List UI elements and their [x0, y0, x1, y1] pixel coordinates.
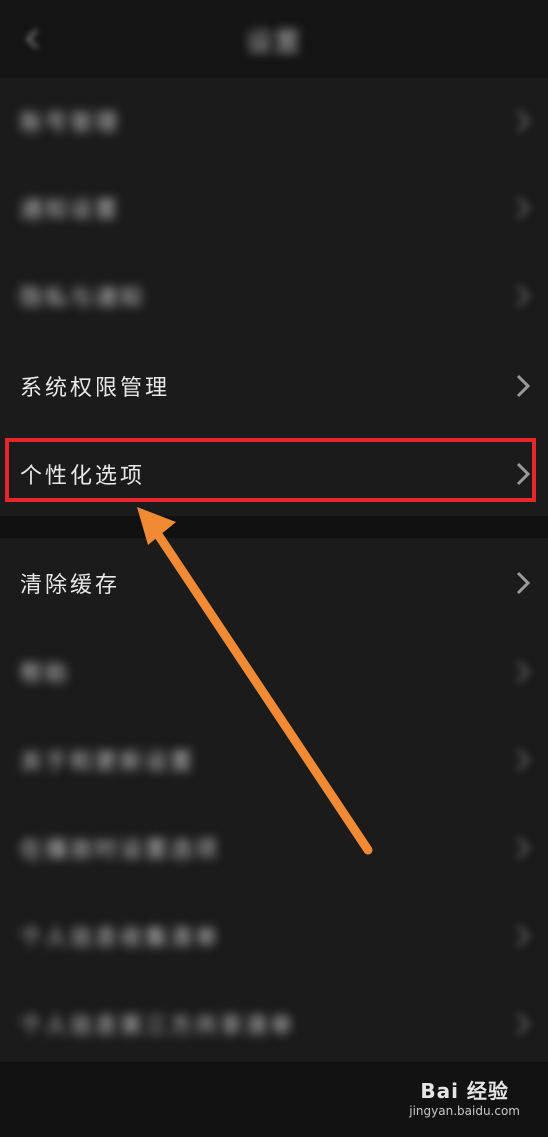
watermark-brand: Bai 经验 — [420, 1079, 509, 1103]
watermark: Bai 经验 jingyan.baidu.com — [409, 1075, 520, 1118]
watermark-url: jingyan.baidu.com — [409, 1104, 520, 1118]
pointer-arrow — [137, 507, 373, 855]
arrow-shaft — [150, 525, 373, 855]
